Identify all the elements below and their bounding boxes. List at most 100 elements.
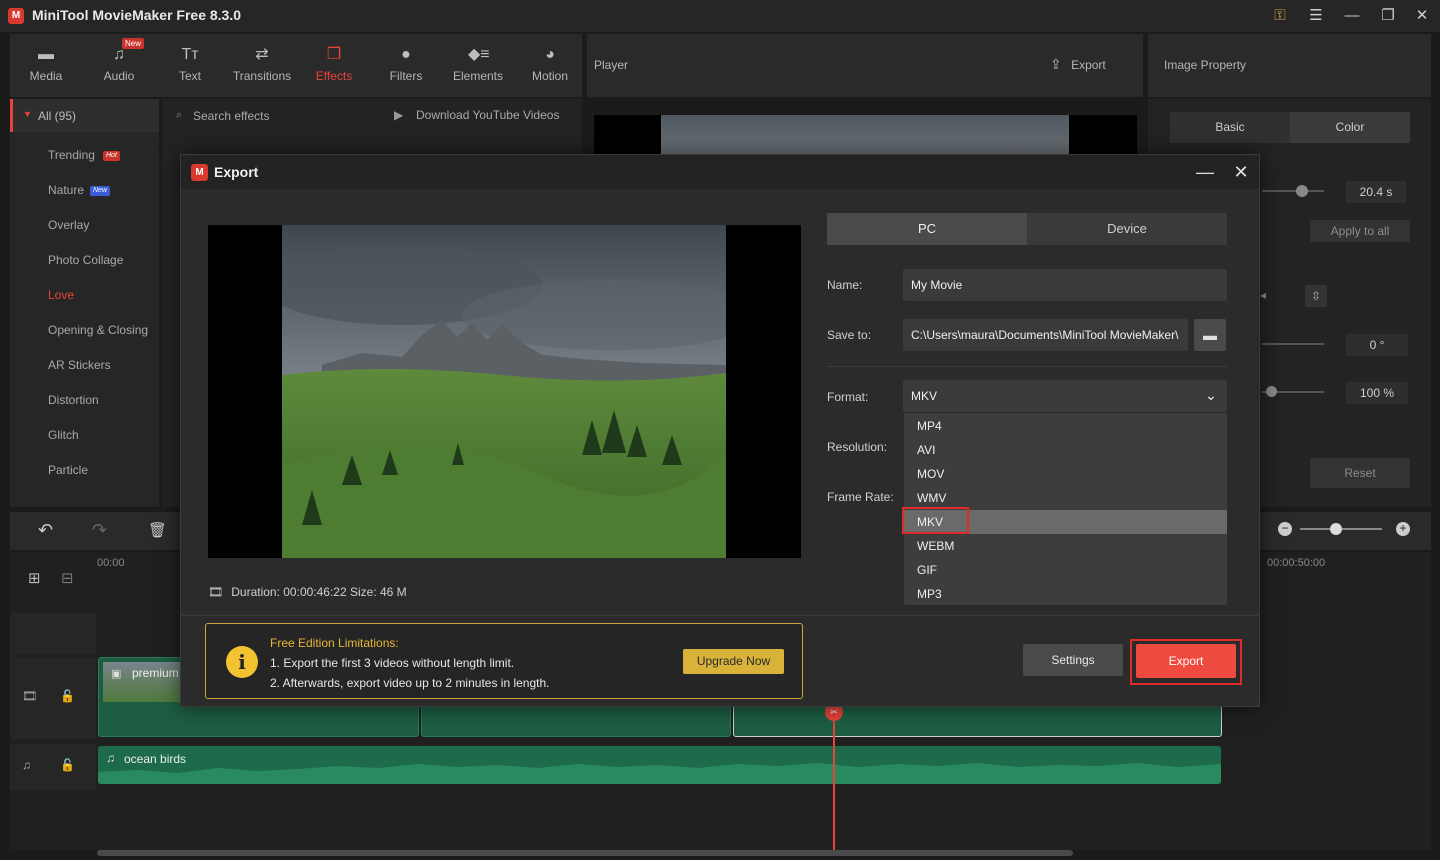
apply-to-all-button[interactable]: Apply to all (1310, 220, 1410, 242)
footer-divider (181, 615, 1259, 616)
maximize-icon[interactable]: ❐ (1376, 4, 1400, 28)
tool-label: Text (178, 69, 201, 83)
tool-effects[interactable]: ❒ Effects (298, 34, 370, 97)
lock-icon[interactable]: 🔓 (60, 689, 75, 703)
track-header-video: 🎞 🔓 (10, 657, 96, 739)
category-nature[interactable]: Nature (48, 183, 84, 197)
save-path-field[interactable]: C:\Users\maura\Documents\MiniTool MovieM… (903, 319, 1188, 351)
playhead[interactable] (833, 706, 835, 854)
tool-label: Media (29, 69, 63, 83)
timeline-scrollbar[interactable] (97, 850, 1073, 856)
mkv-highlight-box (902, 507, 969, 534)
format-option-mov[interactable]: MOV (904, 462, 1227, 486)
upgrade-now-button[interactable]: Upgrade Now (683, 649, 784, 674)
player-header: Player ⇪ Export (587, 34, 1143, 97)
category-glitch[interactable]: Glitch (48, 428, 79, 442)
player-export-label: Export (1071, 58, 1106, 72)
audio-waveform (98, 763, 1221, 784)
rotation-slider[interactable] (1262, 343, 1324, 345)
key-icon[interactable]: ⚿ (1268, 4, 1292, 28)
redo-icon[interactable]: ↷ (92, 520, 107, 541)
text-icon: Tт (181, 46, 199, 63)
category-all[interactable]: ▼ All (95) (10, 99, 159, 132)
tool-text[interactable]: Tт Text (154, 34, 226, 97)
category-love[interactable]: Love (48, 288, 74, 302)
duration-info: 🎞 Duration: 00:00:46:22 Size: 46 M (208, 585, 407, 599)
duration-value[interactable]: 20.4 s (1346, 181, 1406, 203)
undo-icon[interactable]: ↶ (38, 520, 53, 541)
lock-icon[interactable]: 🔓 (60, 758, 75, 772)
tool-elements[interactable]: ◆≡ Elements (442, 34, 514, 97)
category-particle[interactable]: Particle (48, 463, 88, 477)
folder-icon: ▬ (38, 46, 54, 63)
name-label: Name: (827, 278, 863, 292)
remove-track-icon[interactable]: ⊟ (61, 569, 74, 587)
tool-media[interactable]: ▬ Media (10, 34, 82, 97)
tab-device[interactable]: Device (1027, 213, 1227, 245)
scale-value[interactable]: 100 % (1346, 382, 1408, 404)
add-track-icon[interactable]: ⊞ (28, 569, 41, 587)
minimize-icon[interactable]: — (1340, 4, 1364, 28)
flip-vertical-icon[interactable]: ⇳ (1305, 285, 1327, 307)
zoom-in-icon[interactable]: + (1396, 522, 1410, 536)
music-note-icon: ♫ (22, 758, 31, 772)
tool-label: Audio (103, 69, 135, 83)
category-ar-stickers[interactable]: AR Stickers (48, 358, 111, 372)
menu-icon[interactable]: ☰ (1304, 4, 1328, 28)
browse-folder-button[interactable]: ▬ (1194, 319, 1226, 351)
audio-clip[interactable]: ♫ ocean birds (98, 746, 1221, 784)
close-icon[interactable]: ✕ (1410, 4, 1434, 28)
film-icon: 🎞 (22, 689, 38, 703)
tool-audio[interactable]: ♫ Audio (83, 34, 155, 97)
tab-pc[interactable]: PC (827, 213, 1027, 245)
flip-horizontal-icon[interactable]: ◂ (1260, 288, 1266, 302)
zoom-out-icon[interactable]: − (1278, 522, 1292, 536)
tab-color[interactable]: Color (1290, 112, 1410, 143)
folder-icon: ▬ (1203, 327, 1217, 343)
format-option-mp3[interactable]: MP3 (904, 582, 1227, 606)
app-logo-icon: M (8, 8, 24, 24)
format-option-webm[interactable]: WEBM (904, 534, 1227, 558)
title-bar: M MiniTool MovieMaker Free 8.3.0 ⚿ ☰ — ❐… (0, 0, 1440, 32)
category-overlay[interactable]: Overlay (48, 218, 89, 232)
tool-motion[interactable]: ◕ Motion (514, 34, 586, 97)
search-input[interactable]: Search effects (193, 109, 270, 123)
effects-icon: ❒ (326, 46, 342, 63)
name-field[interactable]: My Movie (903, 269, 1227, 301)
player-frame (661, 115, 1069, 155)
scale-slider-thumb[interactable] (1266, 386, 1277, 397)
dialog-close-icon[interactable]: ✕ (1229, 160, 1253, 184)
download-youtube-link[interactable]: Download YouTube Videos (416, 108, 559, 122)
video-clip-label: premium (132, 666, 179, 680)
delete-icon[interactable]: 🗑 (148, 521, 167, 539)
tool-filters[interactable]: ● Filters (370, 34, 442, 97)
zoom-slider-thumb[interactable] (1330, 523, 1342, 535)
swap-arrows-icon: ⇄ (255, 46, 269, 63)
format-option-mp4[interactable]: MP4 (904, 414, 1227, 438)
category-opening-closing[interactable]: Opening & Closing (48, 323, 148, 337)
chevron-down-icon[interactable]: ⌄ (1205, 387, 1217, 404)
image-property-label: Image Property (1164, 58, 1247, 72)
tab-basic[interactable]: Basic (1170, 112, 1290, 143)
duration-slider[interactable] (1262, 190, 1324, 192)
tool-label: Motion (531, 69, 569, 83)
category-trending[interactable]: Trending (48, 148, 95, 162)
new-badge: New (122, 38, 145, 49)
new-badge: New (90, 186, 111, 196)
dialog-minimize-icon[interactable]: — (1193, 160, 1217, 184)
category-distortion[interactable]: Distortion (48, 393, 99, 407)
app-title: MiniTool MovieMaker Free 8.3.0 (32, 7, 242, 23)
settings-button[interactable]: Settings (1023, 644, 1123, 676)
format-select[interactable]: MKV (903, 380, 1227, 412)
category-photo-collage[interactable]: Photo Collage (48, 253, 123, 267)
duration-slider-thumb[interactable] (1296, 185, 1308, 197)
reset-button[interactable]: Reset (1310, 458, 1410, 488)
format-option-avi[interactable]: AVI (904, 438, 1227, 462)
export-button[interactable]: Export (1136, 644, 1236, 678)
format-option-gif[interactable]: GIF (904, 558, 1227, 582)
app-logo-icon: M (191, 164, 208, 181)
rotation-value[interactable]: 0 ° (1346, 334, 1408, 356)
tool-transitions[interactable]: ⇄ Transitions (226, 34, 298, 97)
image-property-header: Image Property (1148, 34, 1431, 97)
player-export-button[interactable]: ⇪ Export (1050, 56, 1106, 73)
